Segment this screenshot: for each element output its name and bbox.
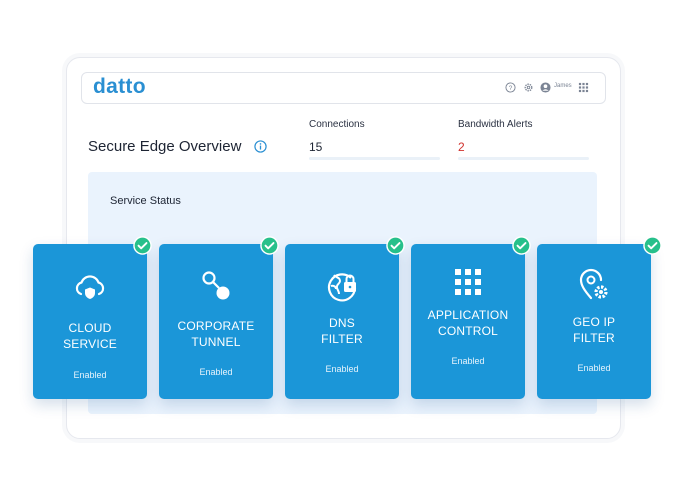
top-navigation-bar: datto ? James	[81, 72, 606, 104]
user-name[interactable]: James	[554, 83, 572, 89]
service-card-dns-filter[interactable]: DNS FILTER Enabled	[285, 244, 399, 399]
connections-value: 15	[309, 140, 323, 154]
service-card-application-control[interactable]: APPLICATION CONTROL Enabled	[411, 244, 525, 399]
service-name: DNS FILTER	[321, 316, 363, 346]
service-status-text: Enabled	[325, 364, 359, 374]
service-name: GEO IP FILTER	[572, 315, 616, 345]
check-circle-icon	[260, 236, 279, 255]
service-card-geo-ip-filter[interactable]: GEO IP FILTER Enabled	[537, 244, 651, 399]
globe-lock-icon	[327, 273, 357, 302]
service-name: CLOUD SERVICE	[63, 321, 117, 351]
connections-label: Connections	[309, 119, 365, 130]
cloud-shield-icon	[75, 275, 105, 299]
app-grid-icon	[455, 269, 481, 295]
service-status-title: Service Status	[110, 195, 181, 207]
connections-underline	[309, 157, 440, 160]
tunnel-link-icon	[202, 271, 230, 300]
info-icon[interactable]	[254, 140, 267, 153]
service-status-text: Enabled	[199, 367, 233, 377]
check-circle-icon	[386, 236, 405, 255]
help-icon[interactable]: ?	[505, 82, 516, 93]
datto-logo[interactable]: datto	[93, 75, 146, 99]
settings-gear-icon[interactable]	[523, 82, 534, 93]
bandwidth-alerts-underline	[458, 157, 589, 160]
service-status-text: Enabled	[451, 356, 485, 366]
location-gear-icon	[579, 268, 608, 300]
service-card-cloud-service[interactable]: CLOUD SERVICE Enabled	[33, 244, 147, 399]
service-name: CORPORATE TUNNEL	[177, 319, 255, 349]
bandwidth-alerts-value[interactable]: 2	[458, 140, 465, 154]
check-circle-icon	[133, 236, 152, 255]
bandwidth-alerts-label: Bandwidth Alerts	[458, 119, 533, 130]
check-circle-icon	[512, 236, 531, 255]
service-name: APPLICATION CONTROL	[427, 308, 509, 338]
svg-text:?: ?	[509, 85, 513, 92]
service-status-text: Enabled	[73, 370, 107, 380]
check-circle-icon	[643, 236, 662, 255]
user-avatar-icon[interactable]	[540, 82, 551, 93]
service-status-text: Enabled	[577, 363, 611, 373]
page-title: Secure Edge Overview	[88, 138, 242, 155]
app-launcher-grid-icon[interactable]	[578, 82, 589, 93]
service-card-corporate-tunnel[interactable]: CORPORATE TUNNEL Enabled	[159, 244, 273, 399]
